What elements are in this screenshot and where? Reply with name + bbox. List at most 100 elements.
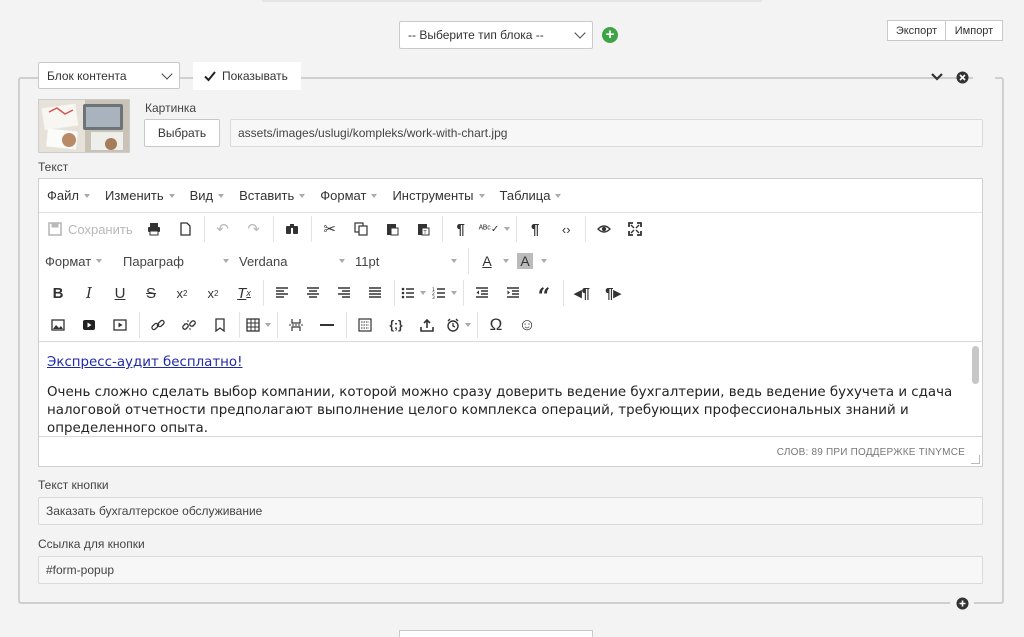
top-divider xyxy=(262,0,762,2)
paragraph-mark-icon[interactable]: ¶ xyxy=(522,216,548,242)
table-icon[interactable] xyxy=(245,312,271,338)
menu-tools[interactable]: Инструменты xyxy=(392,188,485,203)
media-icon[interactable] xyxy=(107,312,133,338)
find-icon[interactable] xyxy=(279,216,305,242)
chevron-down-icon xyxy=(161,67,173,80)
preview-eye-icon[interactable] xyxy=(591,216,617,242)
emoticons-icon[interactable]: ☺ xyxy=(514,312,540,338)
block-type-select-value: -- Выберите тип блока -- xyxy=(408,28,544,42)
fullscreen-icon[interactable] xyxy=(622,216,648,242)
rich-text-editor: Файл Изменить Вид Вставить Формат Инстру… xyxy=(38,178,983,467)
paste-text-icon[interactable]: T xyxy=(410,216,436,242)
image-label: Картинка xyxy=(145,101,197,115)
align-right-icon[interactable] xyxy=(331,280,357,306)
content-link[interactable]: Экспресс-аудит бесплатно! xyxy=(47,354,243,372)
redo-icon[interactable]: ↷ xyxy=(241,216,267,242)
special-char-omega-icon[interactable]: Ω xyxy=(483,312,509,338)
toolbar-row-1: Сохранить ↶ ↷ ✂ T ¶ ᴬᴮᶜ✓ ¶ ‹› xyxy=(39,213,982,245)
ltr-icon[interactable]: ◂¶ xyxy=(569,280,595,306)
add-block-below-icon[interactable] xyxy=(956,597,969,610)
export-button[interactable]: Экспорт xyxy=(887,20,946,41)
align-left-icon[interactable] xyxy=(269,280,295,306)
paragraph-select[interactable]: Параграф xyxy=(123,248,235,274)
anchor-bookmark-icon[interactable] xyxy=(207,312,233,338)
print-icon[interactable] xyxy=(141,216,167,242)
button-link-label: Ссылка для кнопки xyxy=(38,537,145,551)
format-select[interactable]: Формат xyxy=(45,248,119,274)
bullet-list-icon[interactable] xyxy=(400,280,426,306)
menu-insert[interactable]: Вставить xyxy=(239,188,306,203)
collapse-chevron-icon[interactable] xyxy=(930,72,944,82)
clear-format-icon[interactable]: Tx xyxy=(231,280,257,306)
template-icon[interactable]: {;} xyxy=(383,312,409,338)
background-color-icon[interactable]: A xyxy=(517,253,533,269)
choose-image-button[interactable]: Выбрать xyxy=(144,119,220,147)
resize-handle[interactable] xyxy=(971,455,980,464)
toolbar-row-4: {;} Ω ☺ xyxy=(39,309,982,341)
unlink-icon[interactable] xyxy=(176,312,202,338)
outdent-icon[interactable] xyxy=(469,280,495,306)
menu-format[interactable]: Формат xyxy=(320,188,378,203)
add-block-icon[interactable]: + xyxy=(602,27,618,43)
bold-icon[interactable]: B xyxy=(45,280,71,306)
page-break-icon[interactable] xyxy=(283,312,309,338)
align-center-icon[interactable] xyxy=(300,280,326,306)
link-icon[interactable] xyxy=(145,312,171,338)
new-document-icon[interactable] xyxy=(172,216,198,242)
show-toggle[interactable]: Показывать xyxy=(193,62,301,90)
save-button[interactable]: Сохранить xyxy=(45,216,136,242)
editor-content[interactable]: Экспресс-аудит бесплатно! Очень сложно с… xyxy=(39,341,982,437)
button-link-input[interactable]: #form-popup xyxy=(38,556,983,584)
content-paragraph: Очень сложно сделать выбор компании, кот… xyxy=(47,385,953,436)
editor-scrollbar[interactable] xyxy=(972,346,979,384)
indent-icon[interactable] xyxy=(500,280,526,306)
paste-icon[interactable] xyxy=(379,216,405,242)
frame-gap xyxy=(973,77,995,79)
editor-statusbar: СЛОВ: 89 ПРИ ПОДДЕРЖКЕ TINYMCE xyxy=(776,447,965,458)
youtube-icon[interactable] xyxy=(76,312,102,338)
image-thumbnail xyxy=(38,99,130,153)
nonbreaking-icon[interactable] xyxy=(352,312,378,338)
undo-icon[interactable]: ↶ xyxy=(210,216,236,242)
subscript-icon[interactable]: x2 xyxy=(169,280,195,306)
image-icon[interactable] xyxy=(45,312,71,338)
spellcheck-icon[interactable]: ᴬᴮᶜ✓ xyxy=(479,216,511,242)
font-family-select[interactable]: Verdana xyxy=(239,248,351,274)
toolbar-row-3: B I U S x2 x2 Tx 123 “ ◂¶ ¶▸ xyxy=(39,277,982,310)
cut-icon[interactable]: ✂ xyxy=(317,216,343,242)
italic-icon[interactable]: I xyxy=(76,280,102,306)
text-color-icon[interactable]: A xyxy=(474,248,500,274)
rtl-icon[interactable]: ¶▸ xyxy=(600,280,626,306)
underline-icon[interactable]: U xyxy=(107,280,133,306)
menu-table[interactable]: Таблица xyxy=(500,188,562,203)
button-text-input[interactable]: Заказать бухгалтерское обслуживание xyxy=(38,497,983,525)
block-kind-select-value: Блок контента xyxy=(47,68,127,83)
datetime-icon[interactable] xyxy=(445,312,471,338)
font-size-select[interactable]: 11pt xyxy=(355,248,463,274)
image-path-input[interactable]: assets/images/uslugi/kompleks/work-with-… xyxy=(230,119,983,147)
superscript-icon[interactable]: x2 xyxy=(200,280,226,306)
menu-file[interactable]: Файл xyxy=(47,188,90,203)
numbered-list-icon[interactable]: 123 xyxy=(431,280,457,306)
strikethrough-icon[interactable]: S xyxy=(138,280,164,306)
upload-icon[interactable] xyxy=(414,312,440,338)
align-justify-icon[interactable] xyxy=(362,280,388,306)
checkbox-checked-icon[interactable] xyxy=(203,69,217,83)
copy-icon[interactable] xyxy=(348,216,374,242)
blockquote-icon[interactable]: “ xyxy=(531,280,557,310)
source-code-icon[interactable]: ‹› xyxy=(553,216,579,242)
svg-text:3: 3 xyxy=(432,295,435,300)
menu-edit[interactable]: Изменить xyxy=(105,188,175,203)
next-block-type-select[interactable] xyxy=(399,630,593,637)
import-button[interactable]: Импорт xyxy=(946,20,1003,41)
block-type-select[interactable]: -- Выберите тип блока -- xyxy=(399,21,593,49)
toolbar-row-2: Формат Параграф Verdana 11pt A A xyxy=(39,245,982,277)
text-label: Текст xyxy=(38,160,69,174)
chevron-down-icon xyxy=(574,27,586,39)
block-kind-select[interactable]: Блок контента xyxy=(38,62,180,89)
menu-view[interactable]: Вид xyxy=(190,188,225,203)
remove-block-icon[interactable] xyxy=(956,71,969,84)
editor-menubar: Файл Изменить Вид Вставить Формат Инстру… xyxy=(39,179,982,213)
visual-chars-icon[interactable]: ¶ xyxy=(448,216,474,242)
horizontal-rule-icon[interactable] xyxy=(314,312,340,338)
